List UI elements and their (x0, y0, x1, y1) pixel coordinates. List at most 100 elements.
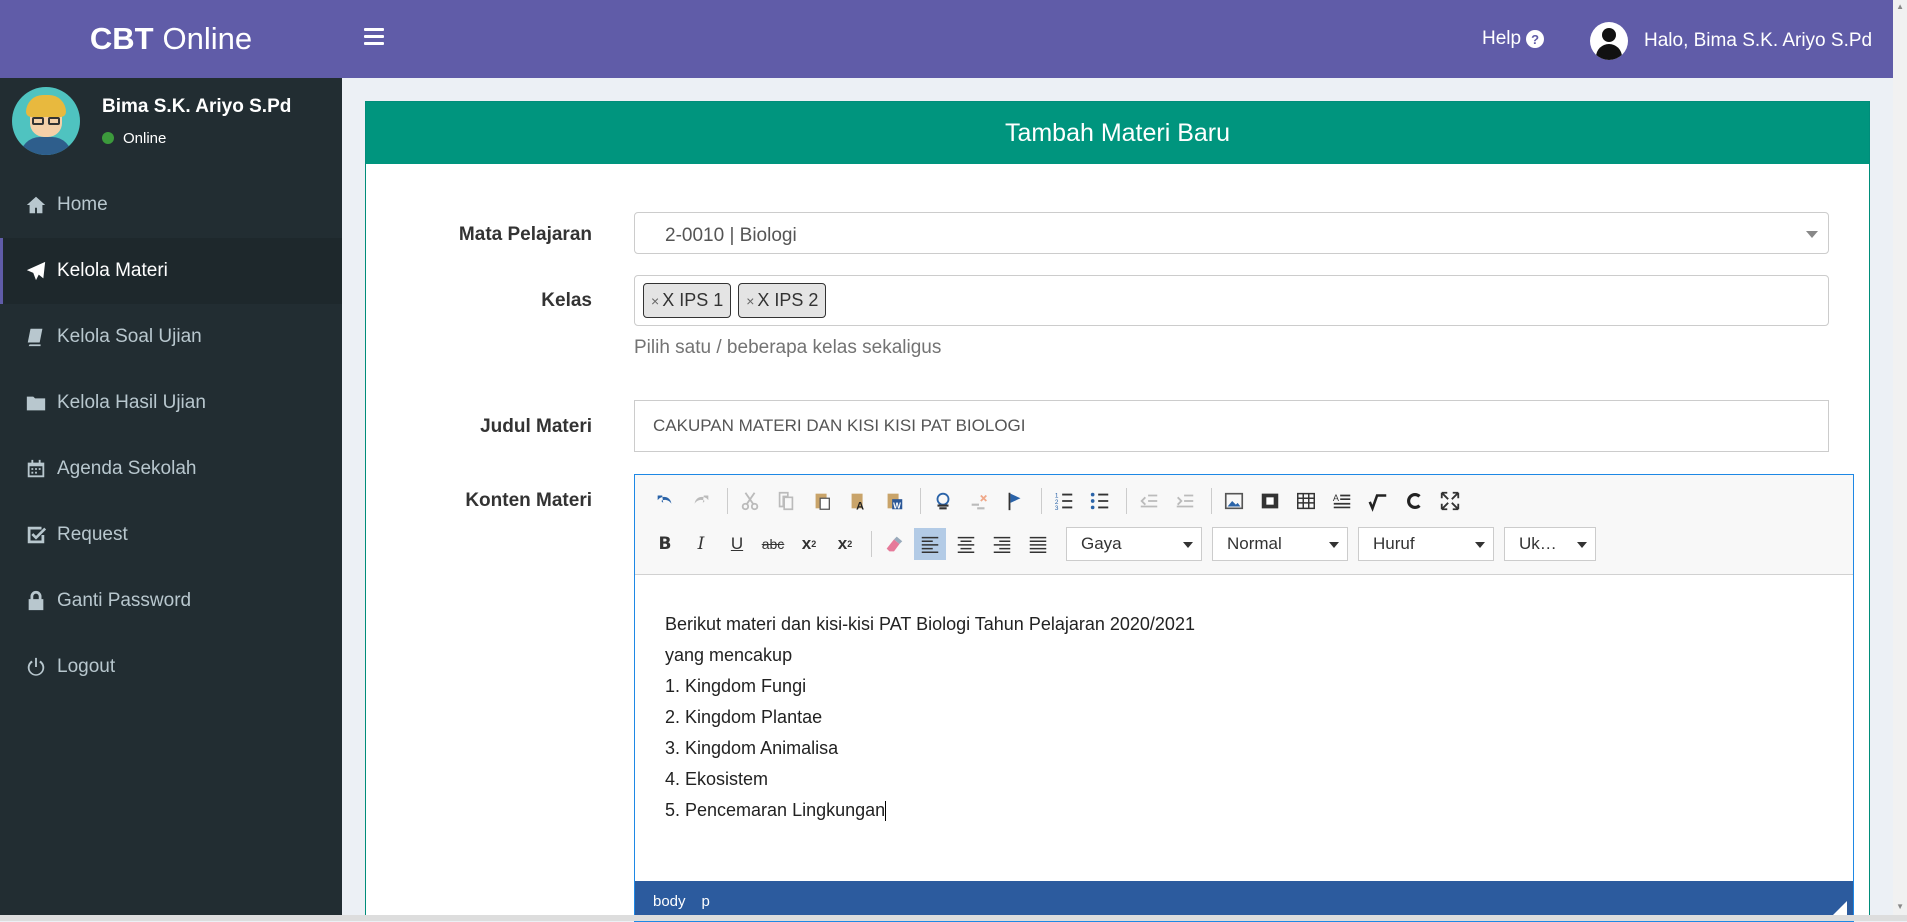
tag-label: X IPS 1 (662, 290, 724, 310)
online-status: Online (102, 130, 291, 147)
paper-plane-icon (26, 261, 46, 281)
help-link[interactable]: Help ? (1482, 28, 1545, 50)
remove-tag-icon[interactable]: × (651, 293, 659, 309)
sidebar-item-kelola-materi[interactable]: Kelola Materi (0, 238, 342, 304)
svg-text:W: W (893, 501, 901, 510)
sidebar-menu: Home Kelola Materi Kelola Soal Ujian Kel… (0, 172, 342, 700)
sidebar-item-label: Logout (57, 656, 116, 677)
help-text: Help (1482, 28, 1522, 49)
format-dropdown-value: Normal (1227, 534, 1282, 553)
path-body[interactable]: body (653, 893, 686, 910)
numbered-list-icon[interactable]: 123 (1048, 485, 1080, 517)
copyright-c-icon[interactable] (1398, 485, 1430, 517)
paste-icon[interactable] (806, 485, 838, 517)
justify-button[interactable] (1022, 528, 1054, 560)
redo-icon[interactable] (685, 485, 717, 517)
anchor-flag-icon[interactable] (999, 485, 1031, 517)
font-dropdown[interactable]: Huruf (1358, 527, 1494, 561)
kelas-tag: × X IPS 1 (643, 283, 732, 318)
status-text: Online (123, 129, 167, 147)
judul-materi-input[interactable]: CAKUPAN MATERI DAN KISI KISI PAT BIOLOGI (634, 400, 1829, 452)
online-dot-icon (102, 132, 114, 144)
add-material-form: Tambah Materi Baru Mata Pelajaran 2-0010… (365, 101, 1870, 922)
align-right-button[interactable] (986, 528, 1018, 560)
app-logo[interactable]: CBT Online (0, 0, 342, 78)
book-icon (27, 328, 43, 347)
content-line: 3. Kingdom Animalisa (665, 738, 839, 758)
rich-text-editor: A W 123 A B I U abc x 2 x 2 Gaya Normal … (634, 474, 1854, 922)
outdent-icon[interactable] (1133, 485, 1165, 517)
chevron-down-icon (1577, 542, 1587, 548)
sidebar-item-logout[interactable]: Logout (0, 634, 342, 700)
question-circle-icon: ? (1526, 30, 1545, 48)
content-line: 2. Kingdom Plantae (665, 707, 823, 727)
hamburger-menu-icon[interactable] (364, 28, 384, 46)
sidebar-item-kelola-hasil-ujian[interactable]: Kelola Hasil Ujian (0, 370, 342, 436)
konten-label: Konten Materi (465, 490, 592, 511)
style-dropdown-value: Gaya (1081, 534, 1122, 553)
paste-word-icon[interactable]: W (878, 485, 910, 517)
cut-icon[interactable] (734, 485, 766, 517)
scroll-down-icon[interactable]: ▼ (1896, 902, 1904, 911)
tag-label: X IPS 2 (757, 290, 819, 310)
format-dropdown[interactable]: Normal (1212, 527, 1348, 561)
selected-subject: 2-0010 | Biologi (665, 225, 797, 246)
sidebar: CBT Online Bima S.K. Ariyo S.Pd Online H… (0, 0, 342, 921)
math-formula-icon[interactable] (1362, 485, 1394, 517)
remove-tag-icon[interactable]: × (746, 293, 754, 309)
horizontal-scrollbar[interactable] (0, 915, 1907, 921)
sidebar-item-home[interactable]: Home (0, 172, 342, 238)
user-menu[interactable]: Halo, Bima S.K. Ariyo S.Pd (1590, 22, 1872, 60)
align-center-button[interactable] (950, 528, 982, 560)
underline-button[interactable]: U (721, 528, 753, 560)
unlink-icon[interactable] (963, 485, 995, 517)
sidebar-item-ganti-password[interactable]: Ganti Password (0, 568, 342, 634)
link-icon[interactable] (927, 485, 959, 517)
sidebar-item-label: Request (57, 524, 128, 545)
content-line: 1. Kingdom Fungi (665, 676, 807, 696)
content-line: 4. Ekosistem (665, 769, 769, 789)
avatar (12, 87, 80, 155)
bullet-list-icon[interactable] (1084, 485, 1116, 517)
paste-text-icon[interactable]: A (842, 485, 874, 517)
remove-format-icon[interactable] (878, 528, 910, 560)
strikethrough-button[interactable]: abc (757, 528, 789, 560)
align-left-button[interactable] (914, 528, 946, 560)
svg-text:3: 3 (1055, 505, 1059, 512)
sidebar-item-kelola-soal-ujian[interactable]: Kelola Soal Ujian (0, 304, 342, 370)
sidebar-item-request[interactable]: Request (0, 502, 342, 568)
bold-button[interactable]: B (649, 528, 681, 560)
sidebar-item-label: Home (57, 194, 108, 215)
superscript-button[interactable]: x2 (829, 528, 861, 560)
maximize-icon[interactable] (1434, 485, 1466, 517)
table-icon[interactable] (1290, 485, 1322, 517)
mata-pelajaran-select[interactable]: 2-0010 | Biologi (634, 212, 1829, 254)
vertical-scrollbar[interactable]: ▲ ▼ (1893, 0, 1907, 921)
user-greeting: Halo, Bima S.K. Ariyo S.Pd (1644, 30, 1873, 51)
judul-label: Judul Materi (480, 416, 592, 437)
editor-toolbar: A W 123 A B I U abc x 2 x 2 Gaya Normal … (635, 475, 1853, 575)
indent-icon[interactable] (1169, 485, 1201, 517)
style-dropdown[interactable]: Gaya (1066, 527, 1202, 561)
sidebar-item-label: Kelola Hasil Ujian (57, 392, 206, 413)
flash-media-icon[interactable] (1254, 485, 1286, 517)
size-dropdown[interactable]: Uk… (1504, 527, 1596, 561)
power-icon (27, 657, 45, 676)
kelas-multiselect[interactable]: × X IPS 1 × X IPS 2 (634, 275, 1829, 326)
copy-icon[interactable] (770, 485, 802, 517)
sidebar-item-agenda-sekolah[interactable]: Agenda Sekolah (0, 436, 342, 502)
lock-icon (28, 590, 44, 611)
image-icon[interactable] (1218, 485, 1250, 517)
scroll-up-icon[interactable]: ▲ (1896, 2, 1904, 11)
undo-icon[interactable] (649, 485, 681, 517)
path-p[interactable]: p (702, 893, 710, 910)
size-dropdown-value: Uk… (1519, 534, 1557, 553)
editor-content-area[interactable]: Berikut materi dan kisi-kisi PAT Biologi… (635, 575, 1853, 875)
italic-button[interactable]: I (685, 528, 717, 560)
calendar-icon (27, 459, 45, 478)
resize-handle-icon[interactable] (1833, 901, 1847, 915)
subscript-button[interactable]: x2 (793, 528, 825, 560)
home-icon (26, 196, 46, 214)
spellcheck-icon[interactable]: A (1326, 485, 1358, 517)
kelas-tag: × X IPS 2 (738, 283, 827, 318)
